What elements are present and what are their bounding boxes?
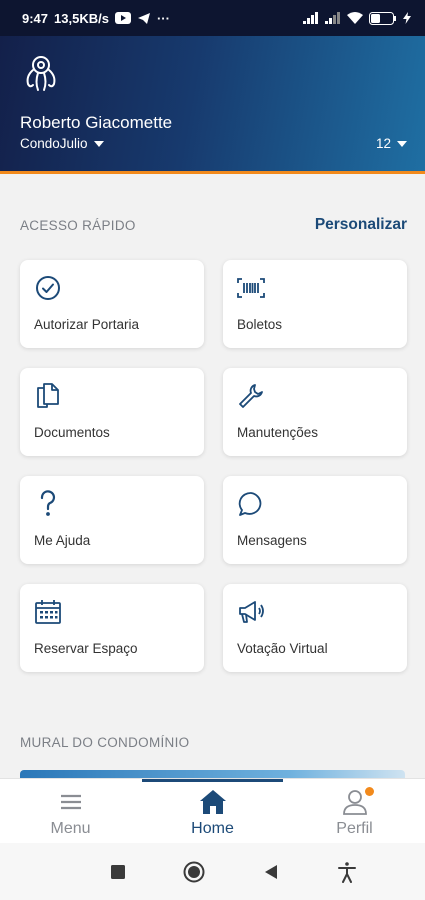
wifi-icon (347, 12, 363, 24)
condo-name: CondoJulio (20, 136, 88, 151)
signal-icon (303, 12, 319, 24)
chat-bubble-icon (237, 490, 265, 518)
wrench-icon (237, 382, 265, 410)
card-autorizar-portaria[interactable]: Autorizar Portaria (20, 260, 204, 348)
unit-number: 12 (375, 136, 391, 151)
card-reservar-espaco[interactable]: Reservar Espaço (20, 584, 204, 672)
card-manutencoes[interactable]: Manutenções (223, 368, 407, 456)
nav-perfil-label: Perfil (336, 820, 373, 837)
signal-2-icon (325, 12, 341, 24)
hamburger-icon (59, 789, 83, 815)
status-bar: 9:47 13,5KB/s ··· (0, 0, 425, 36)
status-more: ··· (156, 10, 170, 26)
charging-icon (403, 12, 411, 24)
calendar-icon (34, 598, 62, 626)
app-logo (20, 52, 62, 94)
system-navigation-bar (0, 843, 425, 900)
nav-home-label: Home (191, 820, 234, 837)
nav-menu-label: Menu (50, 820, 91, 837)
recents-button[interactable] (98, 852, 138, 892)
home-icon (199, 789, 227, 815)
nav-perfil[interactable]: Perfil (284, 779, 425, 844)
card-label: Manutenções (237, 425, 319, 440)
status-speed: 13,5KB/s (54, 10, 109, 26)
user-name: Roberto Giacomette (20, 113, 173, 132)
card-label: Documentos (34, 425, 110, 440)
card-label: Reservar Espaço (34, 641, 138, 656)
accessibility-button[interactable] (327, 852, 367, 892)
telegram-icon (137, 12, 151, 25)
accessibility-icon (337, 861, 356, 883)
card-label: Autorizar Portaria (34, 317, 140, 332)
card-me-ajuda[interactable]: Me Ajuda (20, 476, 204, 564)
caret-down-icon (93, 140, 104, 147)
person-icon (342, 787, 374, 815)
customize-button[interactable]: Personalizar (315, 216, 407, 234)
card-label: Me Ajuda (34, 533, 91, 548)
status-right (303, 11, 411, 25)
quick-access-title: ACESSO RÁPIDO (20, 218, 136, 233)
battery-icon (369, 11, 397, 25)
notification-badge (364, 787, 374, 796)
unit-selector[interactable]: 12 (376, 136, 407, 151)
header-accent-line (0, 171, 425, 174)
nav-home[interactable]: Home (142, 779, 283, 844)
youtube-icon (114, 12, 131, 24)
nav-menu[interactable]: Menu (0, 779, 141, 844)
documents-icon (34, 382, 62, 410)
bottom-navigation: Menu Home Perfil (0, 778, 425, 843)
back-button[interactable] (251, 852, 291, 892)
status-left: 9:47 13,5KB/s ··· (22, 11, 170, 26)
question-icon (34, 490, 62, 518)
condo-selector[interactable]: CondoJulio (20, 136, 104, 151)
card-label: Boletos (237, 317, 283, 332)
home-system-button[interactable] (174, 852, 214, 892)
megaphone-icon (237, 598, 265, 626)
check-circle-icon (34, 274, 62, 302)
mural-title: MURAL DO CONDOMÍNIO (20, 735, 190, 750)
card-votacao-virtual[interactable]: Votação Virtual (223, 584, 407, 672)
triangle-back-icon (264, 864, 277, 879)
barcode-icon (237, 274, 265, 302)
card-mensagens[interactable]: Mensagens (223, 476, 407, 564)
card-documentos[interactable]: Documentos (20, 368, 204, 456)
card-label: Mensagens (237, 533, 307, 548)
card-label: Votação Virtual (237, 641, 328, 656)
card-boletos[interactable]: Boletos (223, 260, 407, 348)
status-time: 9:47 (22, 10, 49, 26)
square-icon (111, 864, 126, 879)
app-header: Roberto Giacomette CondoJulio 12 (0, 36, 425, 174)
caret-down-icon (397, 140, 407, 147)
circle-icon (183, 861, 205, 882)
